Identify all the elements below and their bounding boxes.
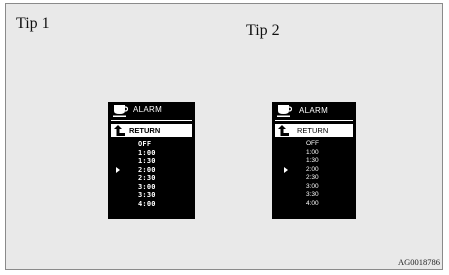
- return-arrow-icon: [114, 125, 125, 136]
- option-item[interactable]: 1:30: [138, 157, 156, 165]
- return-menu-item[interactable]: RETURN: [111, 124, 192, 137]
- alarm-screen-tip-1: ALARM RETURN OFF 1:00 1:30 2:00 2:30 3:0…: [108, 102, 195, 219]
- option-item[interactable]: 4:00: [306, 200, 319, 208]
- option-item[interactable]: 3:00: [138, 183, 156, 191]
- alarm-cup-icon: [113, 104, 129, 118]
- alarm-cup-icon: [277, 104, 293, 118]
- option-item-selected[interactable]: 2:00: [138, 166, 156, 174]
- option-item[interactable]: 2:30: [138, 174, 156, 182]
- screen-header-label: ALARM: [299, 106, 329, 115]
- screen-header: ALARM: [111, 104, 192, 118]
- option-item[interactable]: OFF: [138, 140, 151, 148]
- option-item[interactable]: 1:00: [138, 149, 156, 157]
- option-item[interactable]: 3:30: [306, 191, 319, 199]
- return-arrow-icon: [278, 125, 289, 136]
- selection-triangle-icon: [116, 167, 120, 173]
- option-item[interactable]: OFF: [306, 140, 319, 148]
- option-item[interactable]: 4:00: [138, 200, 156, 208]
- return-menu-item[interactable]: RETURN: [275, 124, 353, 137]
- option-item[interactable]: 3:30: [138, 191, 156, 199]
- selection-triangle-icon: [284, 167, 288, 173]
- option-item[interactable]: 2:30: [306, 174, 319, 182]
- option-item[interactable]: 1:00: [306, 149, 319, 157]
- figure-code: AG0018786: [397, 257, 440, 267]
- option-item[interactable]: 3:00: [306, 183, 319, 191]
- tip-1-label: Tip 1: [16, 15, 50, 32]
- alarm-screen-tip-2: ALARM RETURN OFF 1:00 1:30 2:00 2:30 3:0…: [272, 102, 356, 219]
- return-label: RETURN: [297, 126, 329, 135]
- return-label: RETURN: [129, 126, 161, 135]
- option-item[interactable]: 1:30: [306, 157, 319, 165]
- screen-header: ALARM: [275, 104, 353, 118]
- screen-header-label: ALARM: [133, 105, 163, 114]
- tip-2-label: Tip 2: [246, 22, 280, 39]
- divider: [275, 120, 353, 121]
- divider: [111, 120, 192, 121]
- figure-frame: Tip 1 Tip 2 ALARM RETURN OFF 1:00 1:30 2…: [5, 3, 443, 270]
- option-item-selected[interactable]: 2:00: [306, 166, 319, 174]
